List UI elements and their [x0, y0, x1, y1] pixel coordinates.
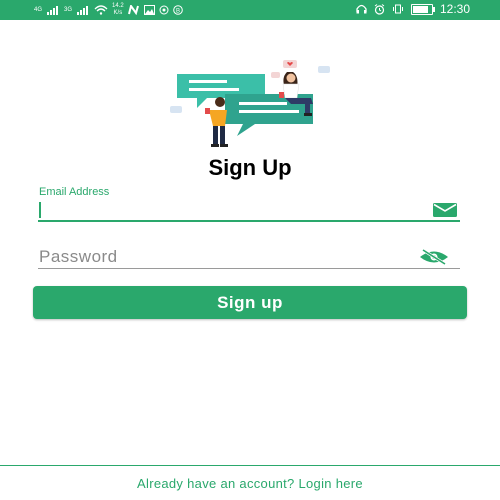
divider: [0, 465, 500, 466]
network-speed-unit: K/s: [113, 10, 123, 16]
status-time: 12:30: [439, 2, 470, 16]
login-link[interactable]: Already have an account? Login here: [0, 476, 500, 491]
password-placeholder: Password: [39, 247, 118, 266]
signal-icon: [47, 6, 59, 15]
network-type-2: 3G: [64, 6, 73, 13]
signal-icon: [77, 6, 89, 15]
headphones-icon: [356, 4, 367, 14]
chat-illustration: [170, 60, 330, 147]
n-icon: [127, 5, 139, 15]
email-label: Email Address: [39, 186, 110, 198]
eye-off-icon[interactable]: [418, 249, 450, 265]
svg-text:B: B: [176, 9, 180, 15]
network-speed: 14.2 K/s: [112, 3, 124, 17]
battery-icon: [410, 3, 435, 15]
page-title: Sign Up: [208, 155, 292, 180]
battery-level: [412, 5, 428, 13]
vibrate-icon: [392, 4, 403, 14]
alarm-icon: [374, 3, 385, 15]
email-field[interactable]: [38, 200, 460, 222]
location-icon: [159, 5, 169, 15]
text-cursor: [39, 202, 41, 218]
password-field[interactable]: Password: [38, 246, 460, 269]
status-bar: 4G 3G 14.2 K/s B 12:30: [0, 0, 500, 20]
mail-icon: [433, 203, 457, 217]
network-type-1: 4G: [34, 6, 43, 13]
b-icon: B: [172, 5, 183, 15]
signup-button[interactable]: Sign up: [33, 286, 467, 319]
wifi-icon: [94, 5, 108, 15]
network-speed-value: 14.2: [112, 3, 124, 9]
image-icon: [143, 5, 155, 15]
